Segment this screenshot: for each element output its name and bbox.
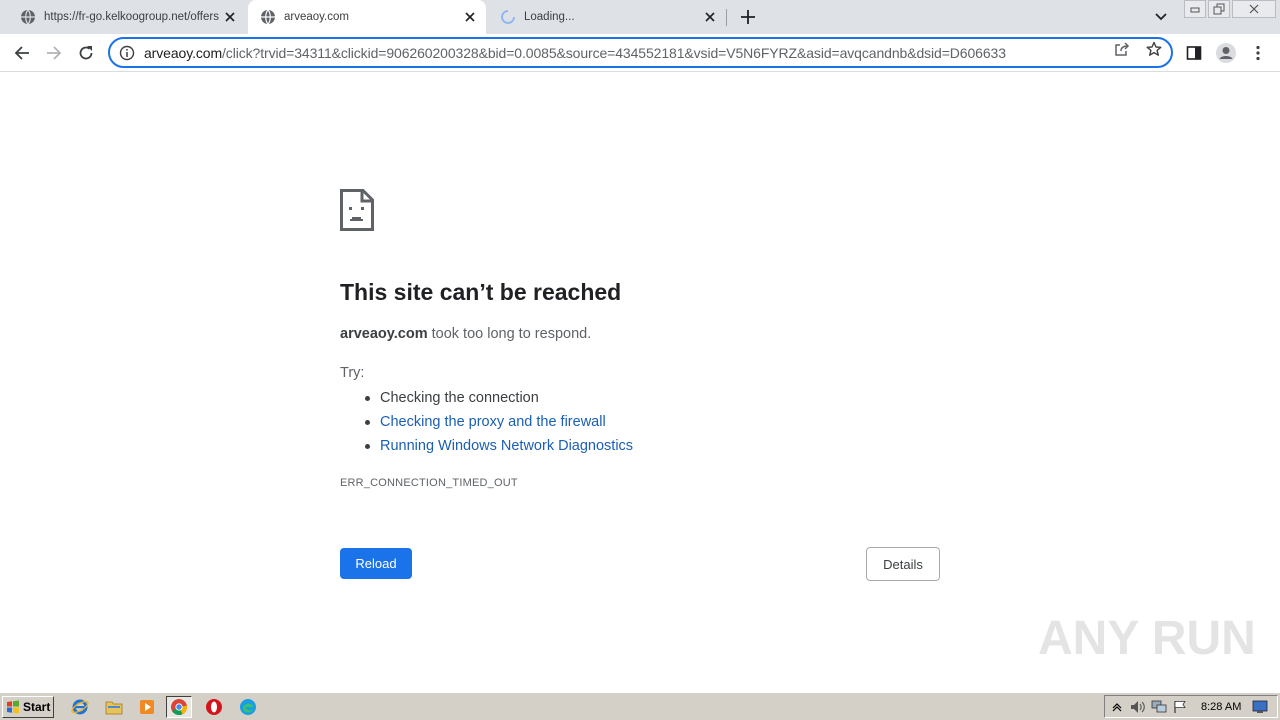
chevron-down-icon [1155,13,1167,21]
windows-taskbar: Start 8:28 AM [0,692,1280,720]
url-host: arveaoy.com [144,44,223,61]
media-player-icon [140,700,154,714]
side-panel-button[interactable] [1180,39,1208,67]
star-icon [1146,41,1162,56]
close-tab-icon[interactable] [460,7,480,27]
close-icon [1249,4,1259,14]
globe-icon [21,9,35,25]
chevron-up-icon [1112,702,1122,711]
error-message: arveaoy.com took too long to respond. [340,326,591,342]
error-host: arveaoy.com [340,326,428,342]
taskbar-explorer[interactable] [101,696,127,718]
start-label: Start [23,700,51,714]
bookmark-button[interactable] [1145,40,1163,58]
error-title: This site can’t be reached [340,279,622,305]
share-icon [1115,42,1130,56]
tab-kelkoo[interactable]: https://fr-go.kelkoogroup.net/offers [8,0,246,34]
restore-button[interactable] [1208,0,1230,18]
loading-spinner-icon [501,10,515,24]
close-tab-icon[interactable] [700,7,720,27]
anyrun-watermark: ANY RUN [1038,608,1256,668]
share-button[interactable] [1113,40,1131,58]
sad-document-icon [340,189,374,231]
tab-title: Loading... [524,11,575,23]
tab-search-button[interactable] [1150,6,1172,28]
suggestion-check-connection: Checking the connection [362,388,633,412]
clock[interactable]: 8:28 AM [1201,701,1241,713]
desktop-icon [1252,700,1268,713]
address-bar[interactable]: arveaoy.com/click?trvid=34311&clickid=90… [108,37,1173,68]
side-panel-icon [1186,46,1202,60]
avatar-icon [1216,43,1236,63]
restore-icon [1213,3,1225,15]
new-tab-button[interactable] [736,5,760,29]
show-hidden-icons-button[interactable] [1108,698,1126,716]
minimize-icon [1190,7,1200,13]
forward-button[interactable] [40,39,68,67]
error-message-text: took too long to respond. [427,326,592,342]
flag-icon [1174,700,1186,713]
tab-divider [726,9,727,26]
opera-icon [206,699,222,715]
tab-title: https://fr-go.kelkoogroup.net/offers [44,11,219,23]
reload-button[interactable] [72,39,100,67]
reload-page-button[interactable]: Reload [340,548,412,579]
reload-icon [79,46,93,60]
url-path: /click?trvid=34311&clickid=906260200328&… [222,44,1006,61]
browser-toolbar: arveaoy.com/click?trvid=34311&clickid=90… [0,34,1280,72]
taskbar-media-player[interactable] [134,696,160,718]
arrow-right-icon [47,46,62,60]
start-button[interactable]: Start [2,696,54,718]
system-tray: 8:28 AM [1104,695,1278,718]
folder-icon [105,701,123,715]
internet-explorer-icon [71,699,89,715]
suggestion-network-diagnostics-link[interactable]: Running Windows Network Diagnostics [362,436,633,460]
tab-loading[interactable]: Loading... [488,0,726,34]
suggestion-check-proxy-link[interactable]: Checking the proxy and the firewall [362,412,633,436]
speaker-icon [1131,700,1145,713]
show-desktop-button[interactable] [1251,698,1269,716]
back-button[interactable] [8,39,36,67]
menu-button[interactable] [1244,39,1272,67]
network-button[interactable] [1150,698,1168,716]
watermark-text: ANY RUN [1038,611,1256,665]
globe-icon [261,9,275,25]
tab-arveaoy[interactable]: arveaoy.com [248,0,486,34]
details-button[interactable]: Details [866,547,940,581]
taskbar-opera[interactable] [201,696,227,718]
arrow-left-icon [14,46,29,60]
error-code: ERR_CONNECTION_TIMED_OUT [340,477,518,489]
plus-icon [741,10,755,24]
tab-title: arveaoy.com [284,11,349,23]
edge-icon [240,699,256,715]
taskbar-chrome[interactable] [166,696,192,718]
minimize-button[interactable] [1184,0,1206,18]
error-page: This site can’t be reached arveaoy.com t… [0,72,1280,692]
taskbar-edge[interactable] [235,696,261,718]
kebab-menu-icon [1256,45,1260,61]
suggestion-list: Checking the connection Checking the pro… [362,388,633,460]
network-icon [1151,700,1167,712]
close-window-button[interactable] [1232,0,1276,18]
close-tab-icon[interactable] [220,7,240,27]
windows-logo-icon [7,700,19,714]
profile-button[interactable] [1212,39,1240,67]
tab-strip: https://fr-go.kelkoogroup.net/offers arv… [0,0,1280,34]
info-icon[interactable] [119,45,135,61]
chrome-icon [171,699,188,715]
try-label: Try: [340,365,365,381]
taskbar-ie[interactable] [67,696,93,718]
volume-button[interactable] [1129,698,1147,716]
action-center-button[interactable] [1171,698,1189,716]
url-text[interactable]: arveaoy.com/click?trvid=34311&clickid=90… [144,45,1171,61]
